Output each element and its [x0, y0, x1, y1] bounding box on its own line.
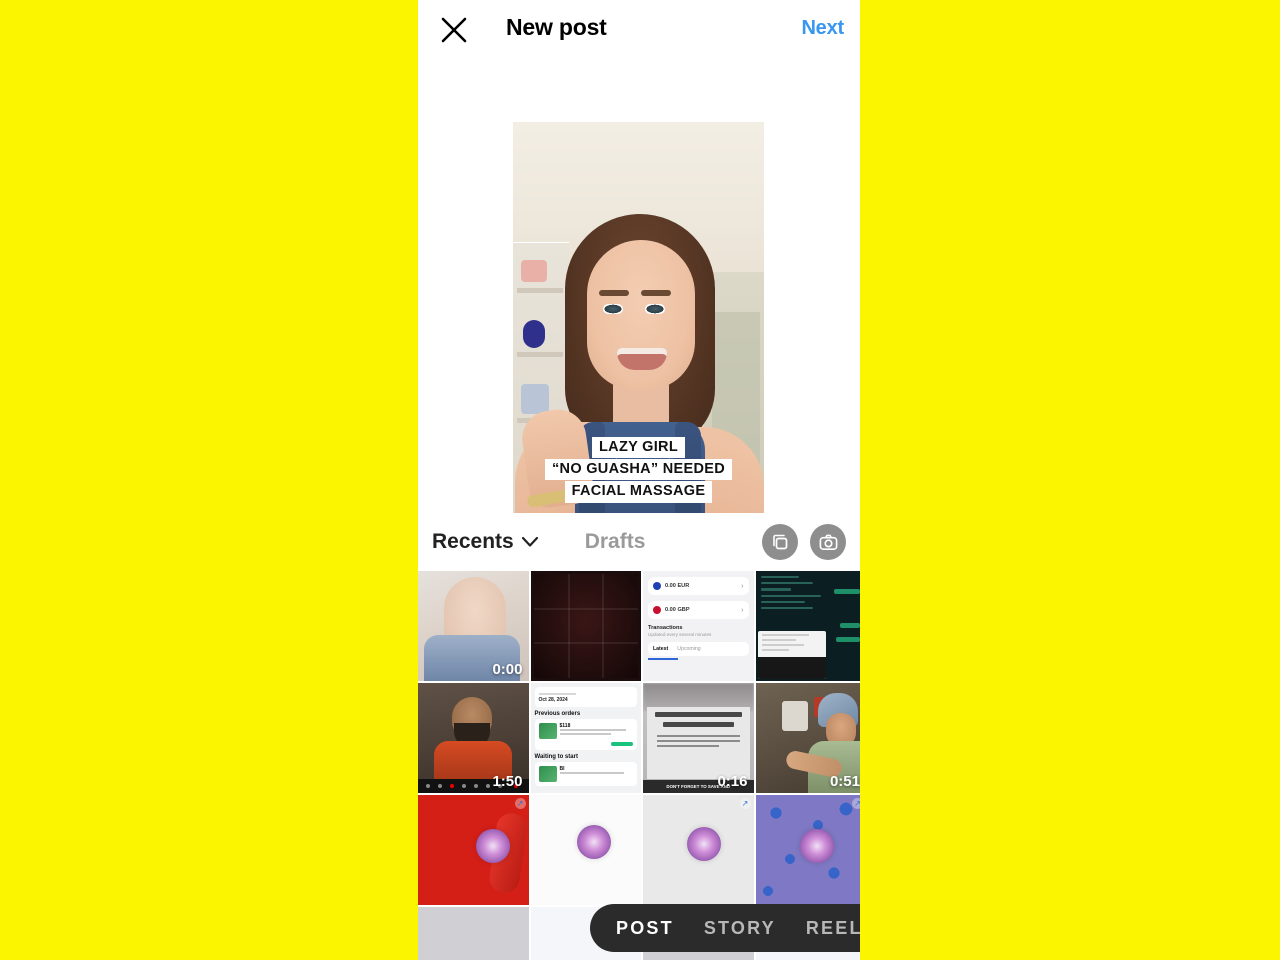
recents-dropdown[interactable]: Recents [432, 530, 539, 554]
thumbnail-art [530, 571, 641, 681]
transactions-title: Transactions [648, 625, 683, 631]
order-date: Oct 28, 2024 [538, 697, 568, 703]
shelf-object [523, 320, 545, 348]
table-row[interactable]: DON'T FORGET TO SAVE AND 0:16 [643, 683, 754, 793]
mode-reel[interactable]: REEL [806, 918, 860, 939]
mode-story[interactable]: STORY [704, 918, 776, 939]
table-row[interactable]: ↗ [418, 795, 529, 905]
screenshot-canvas: New post Next LAZY GIRL “NO GUASHA” NEED… [0, 0, 1280, 960]
drafts-tab[interactable]: Drafts [585, 530, 646, 554]
tab-upcoming: Upcoming [677, 646, 701, 652]
table-row[interactable]: 0:00 [418, 571, 529, 681]
camera-button[interactable] [810, 524, 846, 560]
table-row[interactable] [418, 907, 529, 960]
tab-latest: Latest [653, 646, 669, 652]
caption-line-2: “NO GUASHA” NEEDED [545, 459, 732, 481]
caption-line-1: LAZY GIRL [592, 437, 685, 459]
chevron-down-icon [521, 536, 538, 547]
table-row[interactable]: 0.00 EUR › 0.00 GBP › Transactions Updat… [643, 571, 754, 681]
shelf-object [521, 384, 549, 414]
thumbnail-overlay-footer [757, 657, 826, 679]
watermark [422, 897, 423, 902]
bank-row-gbp: 0.00 GBP › [648, 601, 749, 619]
table-row[interactable]: ↗ [643, 795, 754, 905]
recents-label: Recents [432, 530, 514, 553]
app-header: New post Next [418, 0, 860, 58]
next-button[interactable]: Next [801, 17, 844, 40]
transactions-tabs: Latest Upcoming [648, 642, 749, 656]
close-button[interactable] [436, 12, 472, 48]
bank-row-eur: 0.00 EUR › [648, 577, 749, 595]
caption-line-3: FACIAL MASSAGE [564, 481, 713, 503]
previous-orders-heading: Previous orders [534, 711, 581, 717]
chevron-right-icon: › [741, 606, 744, 614]
capture-mode-selector: POST STORY REEL LI [590, 904, 860, 952]
video-duration: 0:51 [829, 773, 860, 790]
shelf-object [521, 260, 547, 282]
table-row[interactable]: 0:51 [755, 683, 860, 793]
watermark [535, 897, 536, 902]
table-row[interactable]: ↗ [755, 795, 860, 905]
tab-underline [648, 658, 678, 660]
page-title: New post [506, 14, 607, 40]
share-badge-icon: ↗ [739, 798, 751, 809]
selected-media-preview[interactable]: LAZY GIRL “NO GUASHA” NEEDED FACIAL MASS… [513, 122, 764, 570]
eur-flag-icon [653, 582, 661, 590]
thumbnail-art [418, 907, 529, 960]
preview-area: LAZY GIRL “NO GUASHA” NEEDED FACIAL MASS… [418, 58, 860, 570]
instagram-new-post-screen: New post Next LAZY GIRL “NO GUASHA” NEED… [418, 0, 860, 960]
table-row[interactable] [530, 571, 641, 681]
preview-eye-right [645, 304, 665, 314]
mode-post[interactable]: POST [616, 918, 674, 939]
transactions-subtitle: Updated every several minutes [648, 632, 712, 637]
thumbnail-art [755, 571, 860, 681]
preview-mouth [617, 348, 667, 370]
video-duration: 0:00 [492, 661, 523, 678]
table-row[interactable]: Oct 28, 2024 Previous orders $118 Waitin… [530, 683, 641, 793]
gallery-actions [762, 524, 846, 560]
table-row[interactable] [755, 571, 860, 681]
share-badge-icon: ↗ [514, 798, 526, 809]
table-row[interactable]: 1:50 [418, 683, 529, 793]
preview-brow-left [599, 290, 629, 296]
multi-select-button[interactable] [762, 524, 798, 560]
thumbnail-art: 0.00 EUR › 0.00 GBP › Transactions Updat… [643, 571, 754, 681]
gbp-flag-icon [653, 606, 661, 614]
camera-icon [819, 534, 837, 550]
flower-prop [476, 829, 510, 863]
preview-eye-left [603, 304, 623, 314]
media-grid: 0:00 0.00 EUR › 0.00 GBP › Transactions … [418, 571, 860, 960]
thumbnail-art: Oct 28, 2024 Previous orders $118 Waitin… [530, 683, 641, 793]
video-caption-overlay: LAZY GIRL “NO GUASHA” NEEDED FACIAL MASS… [513, 437, 764, 503]
flower-prop [687, 827, 721, 861]
video-duration: 0:16 [717, 773, 748, 790]
table-row[interactable] [530, 795, 641, 905]
preview-brow-right [641, 290, 671, 296]
close-x-icon [441, 17, 467, 43]
video-duration: 1:50 [492, 773, 523, 790]
gbp-balance: 0.00 GBP [665, 607, 690, 613]
share-badge-icon: ↗ [852, 798, 860, 809]
gallery-toolbar: Recents Drafts [418, 513, 860, 571]
multi-select-layers-icon [773, 534, 788, 550]
eur-balance: 0.00 EUR [665, 583, 690, 589]
flower-prop [799, 829, 834, 863]
waiting-to-start-heading: Waiting to start [534, 754, 578, 760]
flower-prop [576, 825, 611, 859]
chevron-right-icon: › [741, 582, 744, 590]
